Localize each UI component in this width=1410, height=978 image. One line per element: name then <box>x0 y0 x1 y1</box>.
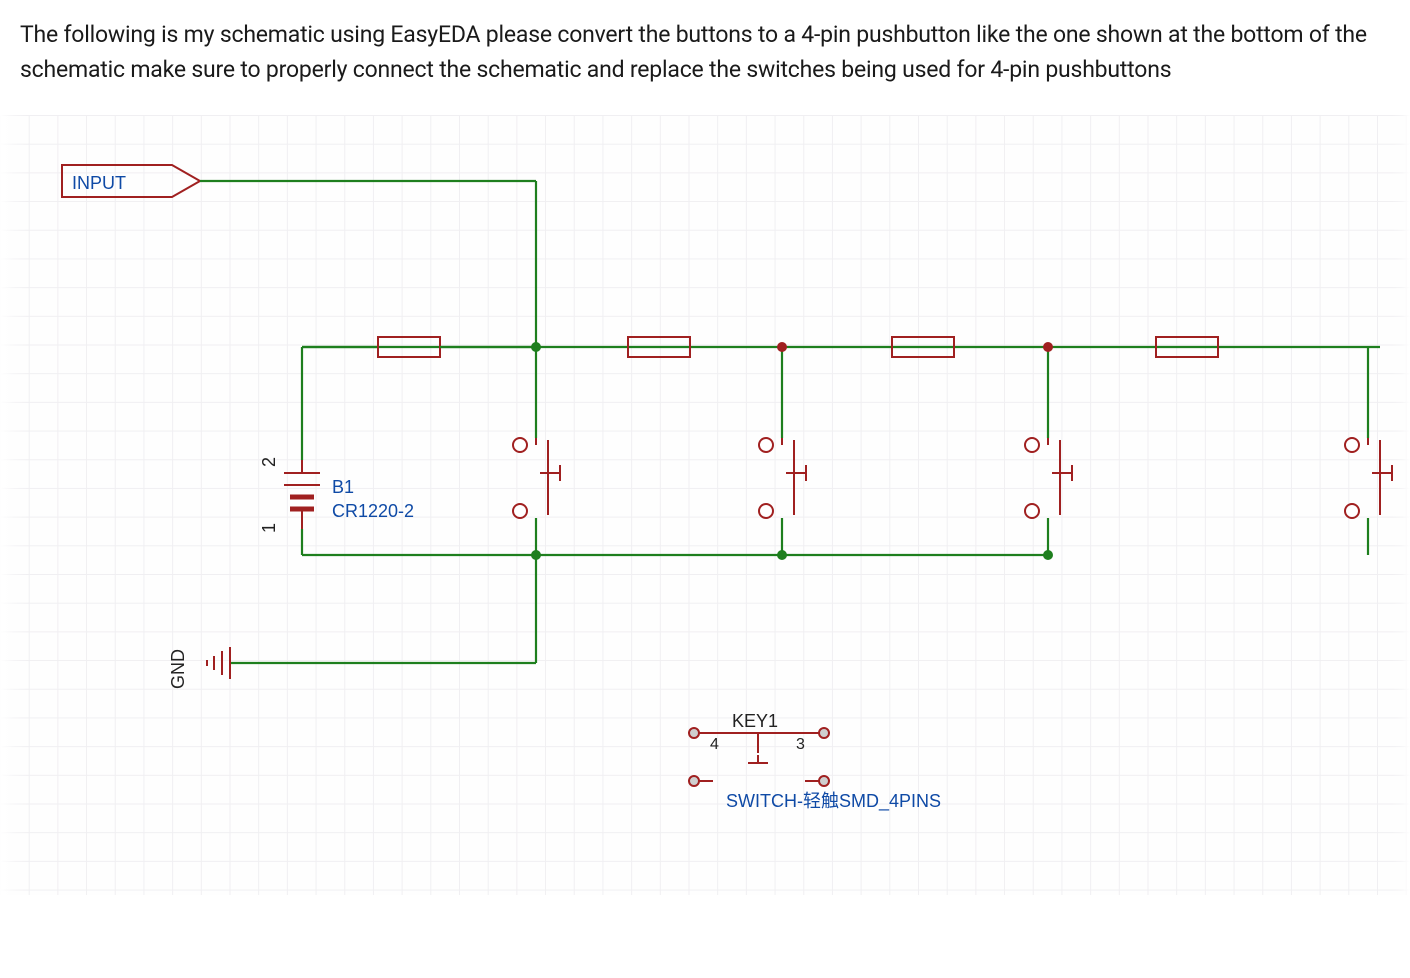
battery-b1: 2 1 B1 CR1220-2 <box>259 457 414 533</box>
sample-key1: KEY1 4 3 2 1 SWITCH-轻触SMD_4PINS <box>689 711 941 812</box>
switch-3 <box>1025 347 1072 555</box>
schematic-svg: INPUT 2 1 B1 CR1220-2 <box>0 115 1410 895</box>
schematic-canvas: INPUT 2 1 B1 CR1220-2 <box>0 115 1410 895</box>
input-port-label: INPUT <box>72 173 126 193</box>
battery-ref: B1 <box>332 477 354 497</box>
sample-key1-pin4: 4 <box>710 736 719 753</box>
input-port: INPUT <box>62 165 536 197</box>
question-text: The following is my schematic using Easy… <box>0 0 1410 95</box>
switch-4 <box>1345 347 1392 555</box>
battery-value: CR1220-2 <box>332 501 414 521</box>
battery-pin1-label: 1 <box>259 523 279 533</box>
sample-key1-ref: KEY1 <box>732 711 778 731</box>
gnd-symbol: GND <box>168 647 536 689</box>
gnd-label: GND <box>168 649 188 689</box>
switch-2 <box>759 347 806 555</box>
switch-1 <box>513 347 560 555</box>
battery-pin2-label: 2 <box>259 457 279 467</box>
sample-key1-model: SWITCH-轻触SMD_4PINS <box>726 791 941 812</box>
sample-key1-pin3: 3 <box>796 736 805 753</box>
